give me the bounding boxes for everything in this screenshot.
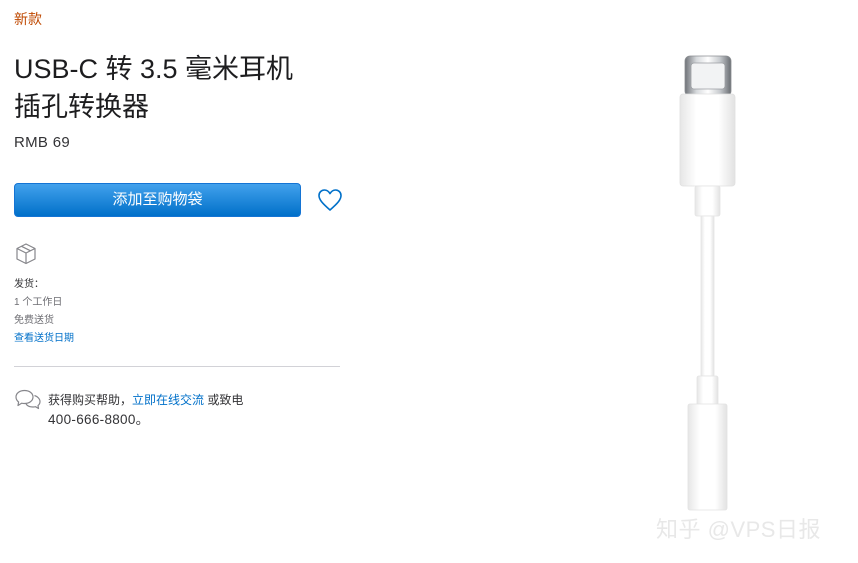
purchase-help: 获得购买帮助，立即在线交流 或致电 400-666-8800。 bbox=[48, 390, 243, 430]
product-image bbox=[679, 55, 736, 511]
help-phone: 400-666-8800。 bbox=[48, 412, 150, 427]
product-title-line2: 插孔转换器 bbox=[14, 92, 149, 122]
shipping-label: 发货： bbox=[14, 279, 44, 290]
heart-icon[interactable] bbox=[316, 186, 344, 214]
product-title-line1: USB-C 转 3.5 毫米耳机 bbox=[14, 54, 294, 84]
help-prefix: 获得购买帮助， bbox=[48, 393, 133, 407]
product-price: RMB 69 bbox=[14, 134, 70, 151]
check-delivery-dates-link[interactable]: 查看送货日期 bbox=[14, 330, 74, 348]
watermark: 知乎 @VPS日报 bbox=[656, 517, 821, 542]
shipping-info: 发货： 1 个工作日 免费送货 查看送货日期 bbox=[14, 276, 74, 348]
chat-now-link[interactable]: 立即在线交流 bbox=[132, 393, 204, 407]
box-icon bbox=[16, 243, 36, 265]
shipping-time: 1 个工作日 bbox=[14, 297, 63, 308]
shipping-free: 免费送货 bbox=[14, 315, 54, 326]
divider bbox=[14, 366, 340, 367]
add-to-bag-button[interactable]: 添加至购物袋 bbox=[14, 183, 301, 217]
product-title: USB-C 转 3.5 毫米耳机 插孔转换器 bbox=[14, 50, 354, 126]
chat-icon bbox=[15, 389, 41, 410]
help-suffix: 或致电 bbox=[204, 393, 244, 407]
new-badge: 新款 bbox=[14, 11, 42, 27]
